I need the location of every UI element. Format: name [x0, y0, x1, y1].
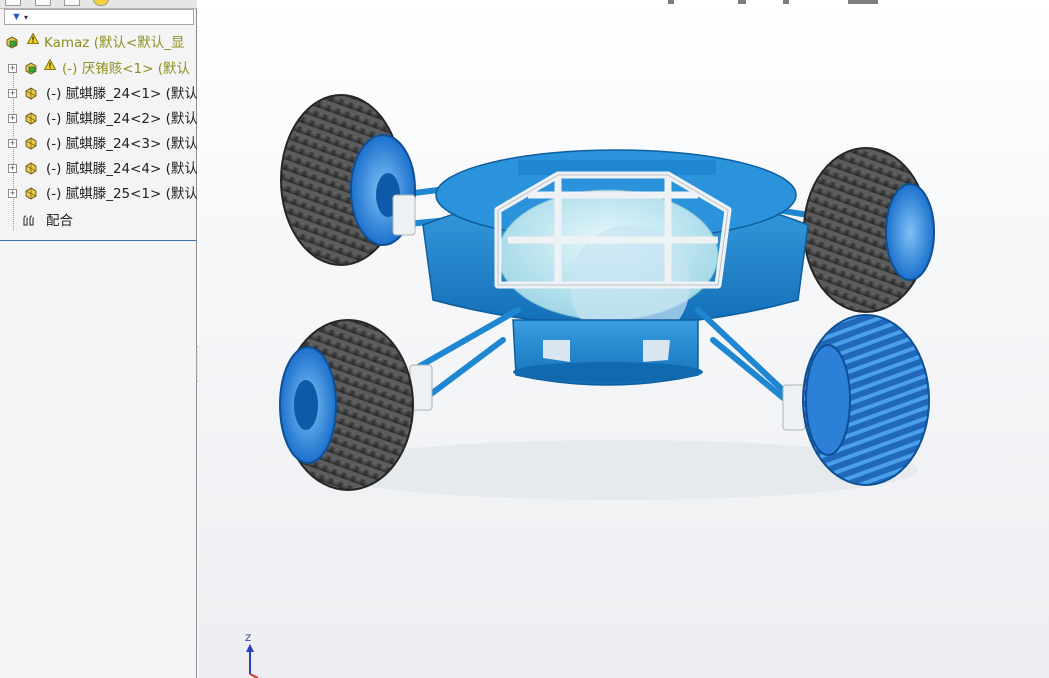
feature-tree: Kamaz (默认<默认_显 + (-) 厌铕赅<1> (默认 + (-) 腻蜞…: [0, 30, 197, 240]
tree-item-mates[interactable]: 配合: [0, 210, 197, 232]
panel-tab-strip: [0, 0, 197, 9]
wheel-front-left[interactable]: [279, 319, 414, 491]
part-icon: [25, 187, 37, 200]
tree-root-assembly[interactable]: Kamaz (默认<默认_显: [0, 32, 197, 54]
tree-item-label: (-) 腻蜞滕_24<3> (默认: [46, 136, 197, 152]
coordinate-triad: [246, 644, 259, 678]
wheel-rear-left[interactable]: [280, 94, 416, 266]
assembly-model-view[interactable]: [198, 0, 1049, 678]
tree-item-part[interactable]: + (-) 腻蜞滕_24<3> (默认: [0, 133, 197, 155]
panel-divider: [0, 240, 196, 241]
feature-manager-panel: ▼ ▾ Kamaz (默认<默认_显 + (-) 厌铕赅<1> (默认 + (-…: [0, 0, 197, 678]
tree-root-label: Kamaz (默认<默认_显: [44, 35, 185, 51]
tree-item-part[interactable]: + (-) 腻蜞滕_24<2> (默认: [0, 108, 197, 130]
tree-item-label: (-) 厌铕赅<1> (默认: [62, 61, 190, 77]
vehicle-body[interactable]: [422, 149, 809, 386]
expand-icon[interactable]: +: [8, 189, 17, 198]
tree-item-label: (-) 腻蜞滕_24<4> (默认: [46, 161, 197, 177]
tab-configuration-manager[interactable]: [64, 0, 80, 6]
part-icon: [25, 162, 37, 175]
tree-item-label: (-) 腻蜞滕_24<1> (默认: [46, 86, 197, 102]
expand-icon[interactable]: +: [8, 114, 17, 123]
tab-feature-manager[interactable]: [5, 0, 21, 6]
assembly-icon: [6, 36, 18, 49]
wheel-rear-right[interactable]: [803, 147, 935, 313]
mates-icon: [23, 215, 35, 226]
tree-mates-label: 配合: [46, 213, 73, 229]
expand-icon[interactable]: +: [8, 89, 17, 98]
graphics-area[interactable]: Z: [198, 0, 1049, 678]
triad-z-label: Z: [245, 634, 252, 644]
tree-item-part[interactable]: + (-) 腻蜞滕_24<1> (默认: [0, 83, 197, 105]
part-icon: [25, 112, 37, 125]
part-icon: [25, 87, 37, 100]
tree-item-label: (-) 腻蜞滕_24<2> (默认: [46, 111, 197, 127]
warning-icon: [27, 33, 39, 44]
tree-item-part[interactable]: + (-) 腻蜞滕_25<1> (默认: [0, 183, 197, 205]
tree-item-subassembly[interactable]: + (-) 厌铕赅<1> (默认: [0, 58, 197, 80]
part-icon: [25, 137, 37, 150]
warning-icon: [44, 59, 56, 70]
tab-appearance[interactable]: [93, 0, 109, 6]
chevron-down-icon[interactable]: ▾: [24, 12, 28, 24]
assembly-icon: [25, 62, 37, 75]
tree-filter-box[interactable]: ▼ ▾: [4, 9, 194, 25]
expand-icon[interactable]: +: [8, 64, 17, 73]
tree-item-label: (-) 腻蜞滕_25<1> (默认: [46, 186, 197, 202]
tab-property-manager[interactable]: [35, 0, 51, 6]
expand-icon[interactable]: +: [8, 139, 17, 148]
wheel-front-right-selected[interactable]: [802, 314, 930, 486]
filter-icon[interactable]: ▼: [11, 11, 22, 24]
tree-item-part[interactable]: + (-) 腻蜞滕_24<4> (默认: [0, 158, 197, 180]
expand-icon[interactable]: +: [8, 164, 17, 173]
